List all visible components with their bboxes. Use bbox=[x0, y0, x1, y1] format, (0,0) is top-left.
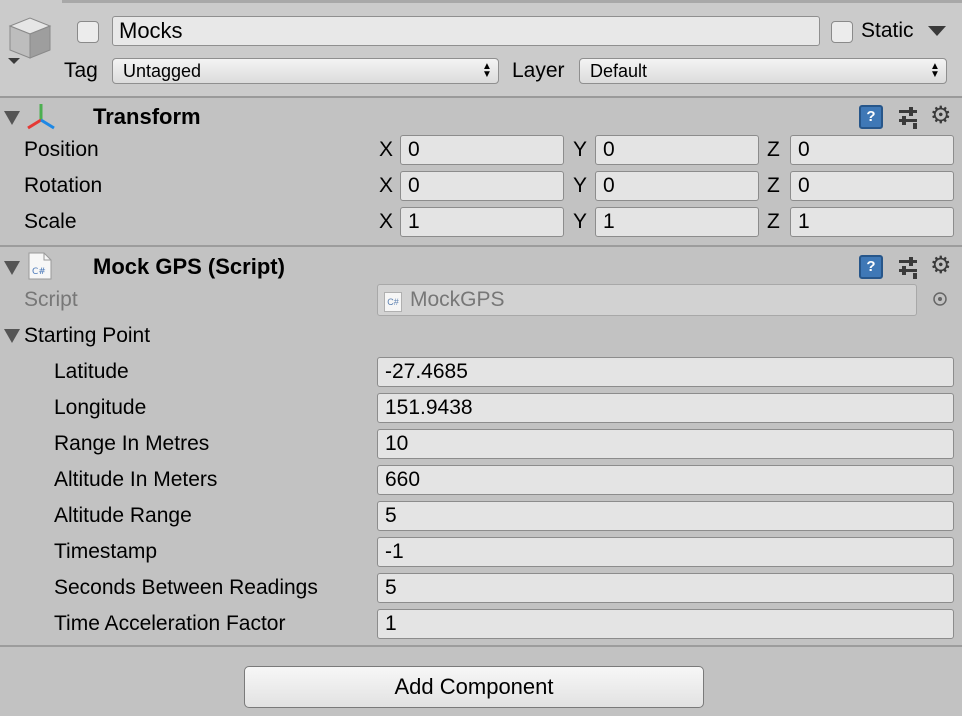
updown-arrows-icon: ▲ ▼ bbox=[930, 61, 940, 80]
tag-label: Tag bbox=[64, 59, 98, 82]
axis-z-label: Z bbox=[767, 210, 780, 233]
help-book-icon[interactable]: ? bbox=[859, 255, 883, 279]
rotation-y-field[interactable]: 0 bbox=[595, 171, 759, 201]
active-checkbox[interactable] bbox=[77, 21, 99, 43]
script-label: Script bbox=[24, 288, 78, 311]
range-in-metres-label: Range In Metres bbox=[54, 432, 210, 455]
static-label: Static bbox=[861, 19, 914, 42]
mock-gps-header[interactable]: C# Mock GPS (Script) ? ⚙ bbox=[0, 248, 962, 286]
static-dropdown-caret-icon[interactable] bbox=[928, 26, 946, 36]
position-z-field[interactable]: 0 bbox=[790, 135, 954, 165]
rotation-label: Rotation bbox=[24, 174, 103, 197]
altitude-range-label: Altitude Range bbox=[54, 504, 192, 527]
header-top-divider bbox=[62, 0, 962, 3]
settings-gear-icon[interactable]: ⚙ bbox=[930, 254, 960, 278]
time-acceleration-factor-label: Time Acceleration Factor bbox=[54, 612, 286, 635]
axis-z-label: Z bbox=[767, 174, 780, 197]
scale-label: Scale bbox=[24, 210, 77, 233]
settings-gear-icon[interactable]: ⚙ bbox=[930, 104, 960, 128]
range-in-metres-field[interactable]: 10 bbox=[377, 429, 954, 459]
static-checkbox[interactable] bbox=[831, 21, 853, 43]
inspector-header: Mocks Static Tag Untagged ▲ ▼ Layer Defau… bbox=[0, 0, 962, 98]
transform-header[interactable]: Transform ? ⚙ bbox=[0, 98, 962, 136]
help-book-icon[interactable]: ? bbox=[859, 105, 883, 129]
foldout-arrow-icon[interactable] bbox=[4, 111, 20, 125]
updown-arrows-icon: ▲ ▼ bbox=[482, 61, 492, 80]
axis-y-label: Y bbox=[573, 138, 588, 161]
inspector-panel: Mocks Static Tag Untagged ▲ ▼ Layer Defau… bbox=[0, 0, 962, 716]
rotation-z-field[interactable]: 0 bbox=[790, 171, 954, 201]
rotation-x-field[interactable]: 0 bbox=[400, 171, 564, 201]
longitude-label: Longitude bbox=[54, 396, 147, 419]
axis-x-label: X bbox=[379, 174, 394, 197]
foldout-arrow-icon[interactable] bbox=[4, 261, 20, 275]
latitude-label: Latitude bbox=[54, 360, 129, 383]
add-component-button[interactable]: Add Component bbox=[244, 666, 704, 708]
axis-y-label: Y bbox=[573, 174, 588, 197]
csharp-script-icon: C# bbox=[28, 252, 52, 280]
position-label: Position bbox=[24, 138, 99, 161]
longitude-field[interactable]: 151.9438 bbox=[377, 393, 954, 423]
layer-label: Layer bbox=[512, 59, 565, 82]
seconds-between-readings-field[interactable]: 5 bbox=[377, 573, 954, 603]
seconds-between-readings-label: Seconds Between Readings bbox=[54, 576, 318, 599]
csharp-script-icon: C# bbox=[384, 292, 402, 312]
altitude-in-meters-label: Altitude In Meters bbox=[54, 468, 218, 491]
altitude-in-meters-field[interactable]: 660 bbox=[377, 465, 954, 495]
scale-y-field[interactable]: 1 bbox=[595, 207, 759, 237]
starting-point-label[interactable]: Starting Point bbox=[24, 323, 150, 349]
starting-point-foldout-icon[interactable] bbox=[4, 329, 20, 343]
gameobject-cube-icon[interactable] bbox=[6, 14, 52, 64]
position-x-field[interactable]: 0 bbox=[400, 135, 564, 165]
axis-x-label: X bbox=[379, 138, 394, 161]
time-acceleration-factor-field[interactable]: 1 bbox=[377, 609, 954, 639]
tag-dropdown-value: Untagged bbox=[123, 61, 202, 81]
layer-dropdown[interactable]: Default ▲ ▼ bbox=[579, 58, 947, 84]
component-divider bbox=[0, 245, 962, 247]
altitude-range-field[interactable]: 5 bbox=[377, 501, 954, 531]
object-name-input[interactable]: Mocks bbox=[112, 16, 820, 46]
scale-z-field[interactable]: 1 bbox=[790, 207, 954, 237]
axis-x-label: X bbox=[379, 210, 394, 233]
tag-dropdown[interactable]: Untagged ▲ ▼ bbox=[112, 58, 499, 84]
timestamp-field[interactable]: -1 bbox=[377, 537, 954, 567]
position-y-field[interactable]: 0 bbox=[595, 135, 759, 165]
axis-y-label: Y bbox=[573, 210, 588, 233]
mock-gps-title: Mock GPS (Script) bbox=[93, 254, 285, 279]
script-reference-field[interactable]: C# MockGPS bbox=[377, 284, 917, 316]
timestamp-label: Timestamp bbox=[54, 540, 158, 563]
axis-z-label: Z bbox=[767, 138, 780, 161]
layer-dropdown-value: Default bbox=[590, 61, 648, 81]
presets-sliders-icon[interactable] bbox=[897, 255, 919, 279]
svg-text:C#: C# bbox=[32, 267, 46, 277]
component-divider bbox=[0, 645, 962, 647]
object-picker-icon[interactable] bbox=[932, 291, 948, 307]
presets-sliders-icon[interactable] bbox=[897, 105, 919, 129]
transform-title: Transform bbox=[93, 104, 201, 129]
latitude-field[interactable]: -27.4685 bbox=[377, 357, 954, 387]
script-reference-value: MockGPS bbox=[410, 288, 505, 311]
transform-axis-icon bbox=[27, 104, 55, 130]
scale-x-field[interactable]: 1 bbox=[400, 207, 564, 237]
